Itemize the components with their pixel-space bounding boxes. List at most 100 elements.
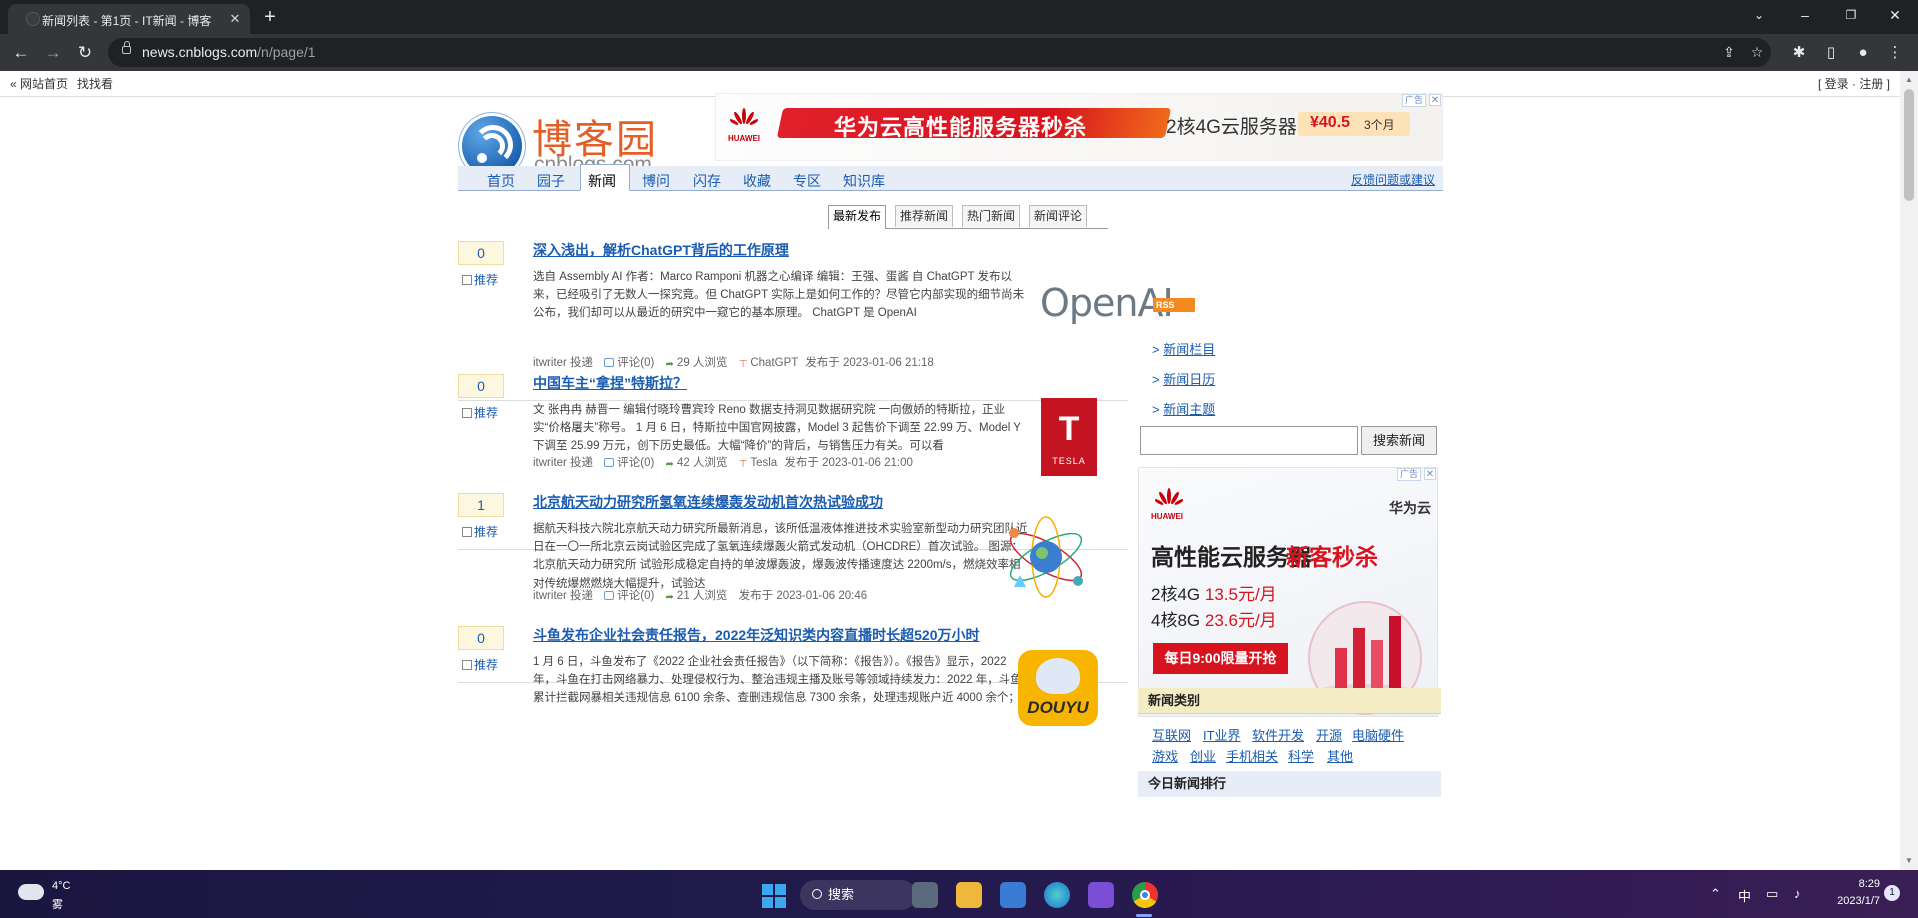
- news-comments[interactable]: 评论(0): [617, 457, 654, 469]
- sidebar-ad[interactable]: HUAWEI 华为云 高性能云服务器 新客秒杀 2核4G 13.5元/月 4核8…: [1138, 467, 1438, 717]
- nav-knowledge[interactable]: 知识库: [843, 171, 885, 191]
- news-search-input[interactable]: [1140, 426, 1358, 455]
- sidebar-link-calendar[interactable]: > 新闻日历: [1152, 369, 1215, 388]
- tab-hot[interactable]: 热门新闻: [962, 205, 1021, 227]
- file-explorer-icon[interactable]: [956, 882, 982, 908]
- tab-latest[interactable]: 最新发布: [828, 205, 887, 229]
- ad-close-icon[interactable]: ✕: [1429, 94, 1441, 106]
- tesla-logo-image[interactable]: T TESLA: [1041, 398, 1097, 476]
- openai-logo-image[interactable]: OpenAI: [1040, 261, 1174, 343]
- tab-recommended[interactable]: 推荐新闻: [895, 205, 954, 227]
- ad-tag[interactable]: 广告: [1401, 94, 1426, 107]
- menu-icon[interactable]: ⋮: [1884, 42, 1906, 64]
- news-title-link[interactable]: 中国车主“拿捏”特斯拉？: [533, 373, 687, 393]
- ad-close-icon[interactable]: ✕: [1424, 468, 1436, 480]
- tab-comments[interactable]: 新闻评论: [1029, 205, 1088, 227]
- feedback-link[interactable]: 反馈问题或建议: [1351, 171, 1435, 188]
- chrome-icon[interactable]: [1132, 882, 1158, 908]
- nav-yuanzi[interactable]: 园子: [537, 171, 565, 191]
- news-title-link[interactable]: 深入浅出，解析ChatGPT背后的工作原理: [533, 240, 789, 260]
- restore-icon[interactable]: ❐: [1828, 0, 1874, 30]
- bookmark-star-icon[interactable]: ☆: [1748, 43, 1766, 61]
- scroll-up-icon[interactable]: ▲: [1905, 75, 1913, 84]
- close-window-icon[interactable]: ✕: [1872, 0, 1918, 30]
- recommend-button[interactable]: 推荐: [462, 656, 498, 673]
- category-link[interactable]: 软件开发: [1252, 725, 1304, 744]
- recommend-button[interactable]: 推荐: [462, 404, 498, 421]
- category-link[interactable]: IT业界: [1203, 725, 1241, 744]
- visual-studio-icon[interactable]: [1088, 882, 1114, 908]
- page-scrollbar[interactable]: ▲ ▼: [1900, 71, 1918, 870]
- clock-time[interactable]: 8:29: [1828, 878, 1880, 890]
- side-panel-icon[interactable]: ▯: [1820, 42, 1842, 64]
- top-banner-ad[interactable]: HUAWEI 华为云高性能服务器秒杀 2核4G云服务器 ¥40.5 3个月 广告…: [715, 93, 1443, 161]
- news-tag[interactable]: ChatGPT: [750, 357, 798, 369]
- ad-tag[interactable]: 广告: [1396, 468, 1421, 481]
- back-icon[interactable]: ←: [9, 41, 33, 65]
- forward-icon[interactable]: →: [41, 41, 65, 65]
- url-text[interactable]: news.cnblogs.com/n/page/1: [142, 44, 316, 60]
- news-author[interactable]: itwriter 投递: [533, 457, 593, 469]
- science-atom-image[interactable]: [1000, 513, 1092, 603]
- ime-indicator[interactable]: 中: [1738, 886, 1751, 905]
- category-link[interactable]: 科学: [1288, 746, 1314, 765]
- lock-icon[interactable]: [122, 41, 131, 54]
- category-link[interactable]: 电脑硬件: [1352, 725, 1404, 744]
- taskbar-search-button[interactable]: 搜索: [800, 880, 916, 910]
- scroll-thumb[interactable]: [1904, 89, 1914, 201]
- rss-badge[interactable]: RSS: [1153, 298, 1195, 312]
- task-view-icon[interactable]: [912, 882, 938, 908]
- tab-search-icon[interactable]: ⌄: [1736, 0, 1782, 30]
- tray-overflow-icon[interactable]: ⌃: [1710, 886, 1721, 902]
- new-tab-icon[interactable]: +: [258, 6, 282, 28]
- address-bar[interactable]: news.cnblogs.com/n/page/1 ⇪ ☆: [108, 38, 1771, 67]
- volume-icon[interactable]: ♪: [1794, 886, 1801, 901]
- profile-icon[interactable]: ●: [1852, 42, 1874, 64]
- nav-shancun[interactable]: 闪存: [693, 171, 721, 191]
- site-home-link[interactable]: « 网站首页: [10, 71, 68, 97]
- reload-icon[interactable]: ↻: [73, 41, 97, 65]
- nav-news[interactable]: 新闻: [588, 171, 616, 191]
- nav-favorites[interactable]: 收藏: [743, 171, 771, 191]
- network-icon[interactable]: ▭: [1766, 886, 1778, 902]
- nav-bowen[interactable]: 博问: [642, 171, 670, 191]
- category-link[interactable]: 其他: [1327, 746, 1353, 765]
- news-comments[interactable]: 评论(0): [617, 590, 654, 602]
- weather-temp[interactable]: 4°C: [52, 880, 70, 892]
- notification-badge[interactable]: 1: [1884, 885, 1900, 901]
- tab-close-icon[interactable]: ✕: [226, 10, 244, 28]
- sidebar-link-topics[interactable]: > 新闻主题: [1152, 399, 1215, 418]
- store-icon[interactable]: [1000, 882, 1026, 908]
- news-author[interactable]: itwriter 投递: [533, 357, 593, 369]
- edge-icon[interactable]: [1044, 882, 1070, 908]
- category-link[interactable]: 开源: [1316, 725, 1342, 744]
- search-news-button[interactable]: 搜索新闻: [1361, 426, 1437, 455]
- clock-date[interactable]: 2023/1/7: [1820, 895, 1880, 907]
- douyu-logo-image[interactable]: DOUYU: [1018, 650, 1098, 726]
- news-title-link[interactable]: 斗鱼发布企业社会责任报告，2022年泛知识类内容直播时长超520万小时: [533, 625, 980, 645]
- category-link[interactable]: 手机相关: [1226, 746, 1278, 765]
- nav-home[interactable]: 首页: [487, 171, 515, 191]
- news-tag[interactable]: Tesla: [750, 457, 777, 469]
- sidebar-link-columns[interactable]: > 新闻栏目: [1152, 339, 1215, 358]
- share-icon[interactable]: ⇪: [1720, 43, 1738, 61]
- news-author[interactable]: itwriter 投递: [533, 590, 593, 602]
- minimize-icon[interactable]: –: [1782, 0, 1828, 30]
- category-link[interactable]: 互联网: [1152, 725, 1191, 744]
- start-windows-icon[interactable]: [762, 884, 786, 908]
- nav-zone[interactable]: 专区: [793, 171, 821, 191]
- recommend-button[interactable]: 推荐: [462, 523, 498, 540]
- ad-cta-button[interactable]: 每日9:00限量开抢: [1153, 643, 1288, 674]
- extensions-icon[interactable]: ✱: [1788, 42, 1810, 64]
- category-link[interactable]: 游戏: [1152, 746, 1178, 765]
- browser-tab[interactable]: 新闻列表 - 第1页 - IT新闻 - 博客 ✕: [8, 4, 250, 34]
- recommend-button[interactable]: 推荐: [462, 271, 498, 288]
- weather-cloud-icon[interactable]: [18, 884, 44, 900]
- news-comments[interactable]: 评论(0): [617, 357, 654, 369]
- weather-status[interactable]: 雾: [52, 896, 63, 912]
- news-title-link[interactable]: 北京航天动力研究所氢氧连续爆轰发动机首次热试验成功: [533, 492, 883, 512]
- login-register-link[interactable]: [ 登录 · 注册 ]: [1818, 71, 1890, 97]
- find-link[interactable]: 找找看: [77, 71, 113, 97]
- scroll-down-icon[interactable]: ▼: [1905, 856, 1913, 865]
- category-link[interactable]: 创业: [1190, 746, 1216, 765]
